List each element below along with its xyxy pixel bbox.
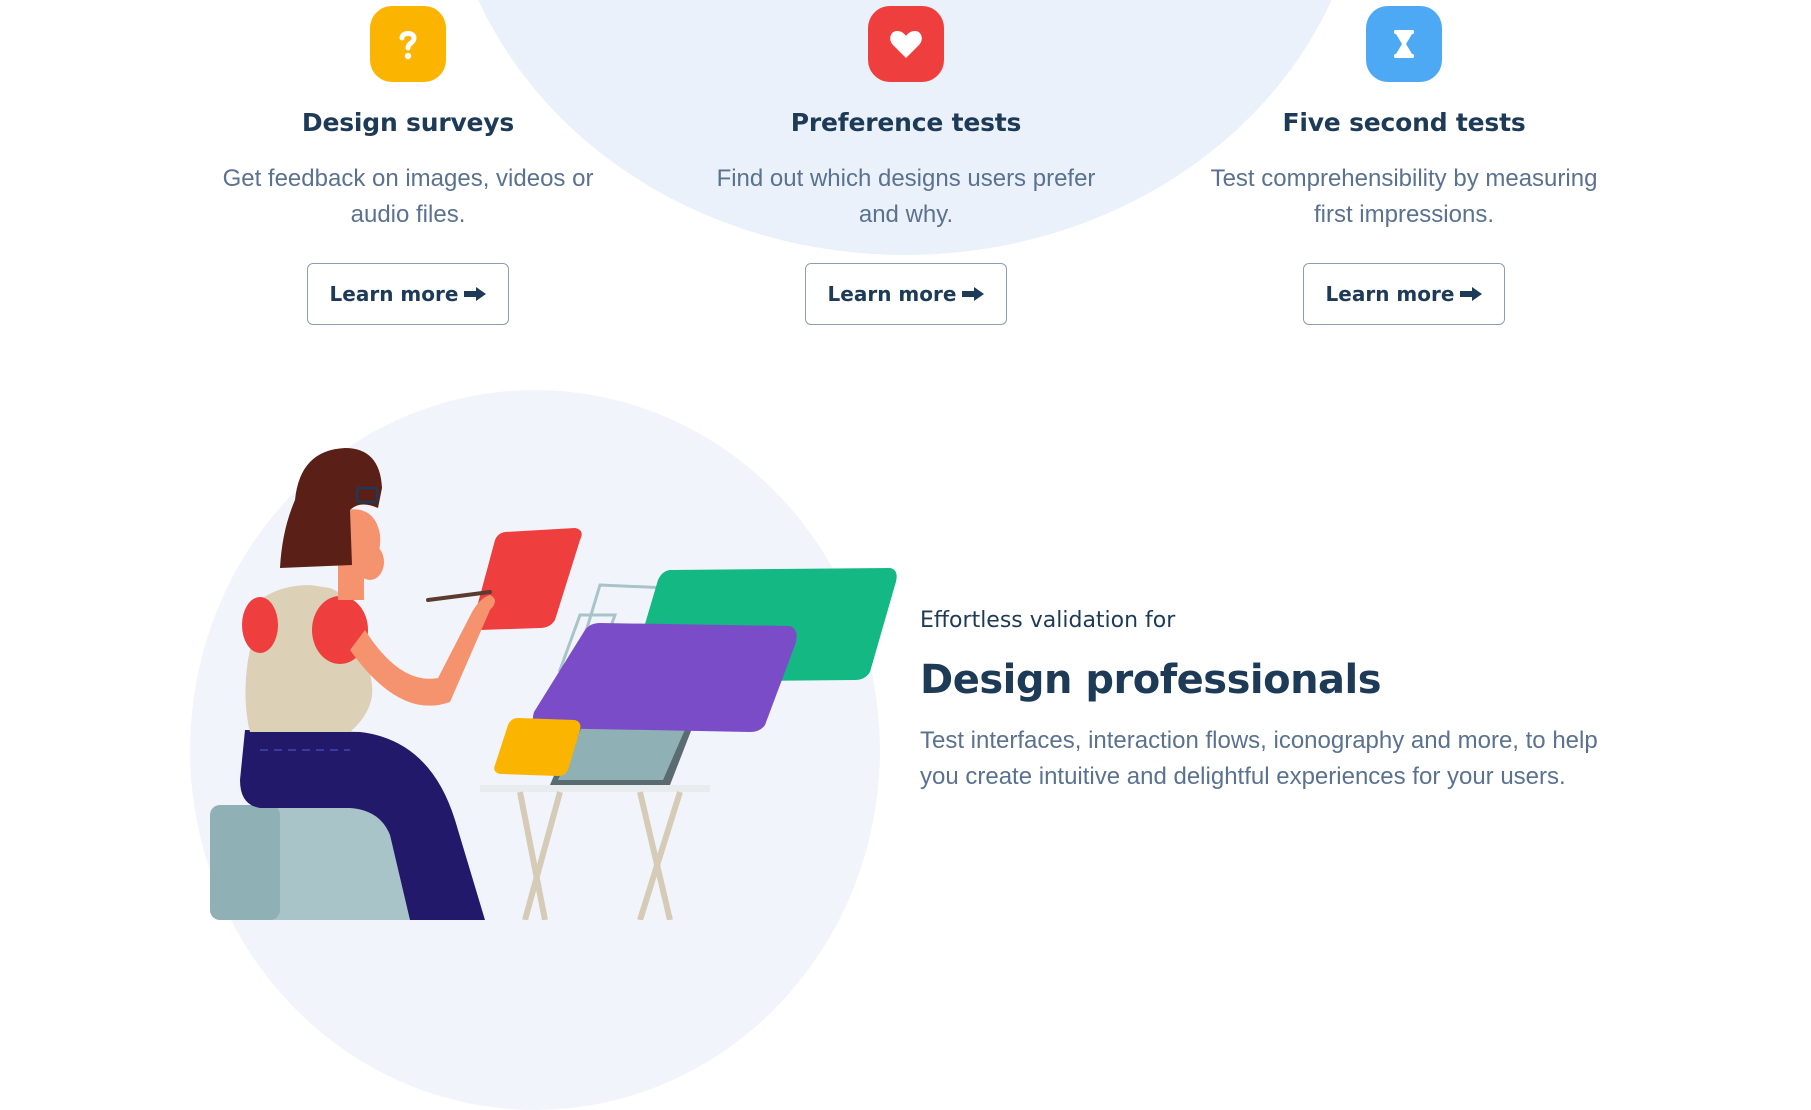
- arrow-right-icon: [1460, 287, 1483, 301]
- feature-title: Preference tests: [790, 108, 1022, 137]
- red-tablet: [472, 528, 582, 630]
- arrow-right-icon: [464, 287, 487, 301]
- section-body: Test interfaces, interaction flows, icon…: [920, 727, 1598, 790]
- feature-preference-tests: Preference tests Find out which designs …: [696, 6, 1116, 325]
- feature-cards: Design surveys Get feedback on images, v…: [0, 0, 1811, 340]
- section-eyebrow: Effortless validation for: [920, 608, 1176, 633]
- learn-more-label: Learn more: [329, 282, 459, 306]
- feature-title: Design surveys: [301, 108, 515, 137]
- feature-five-second-tests: Five second tests Test comprehensibility…: [1194, 6, 1614, 325]
- feature-title: Five second tests: [1282, 108, 1526, 137]
- design-professionals-section: Effortless validation for Design profess…: [920, 608, 1620, 795]
- learn-more-button[interactable]: Learn more: [805, 263, 1007, 325]
- designer-illustration: [210, 448, 897, 920]
- feature-description: Get feedback on images, videos or audio …: [222, 165, 594, 228]
- feature-description: Find out which designs users prefer and …: [716, 165, 1096, 228]
- learn-more-button[interactable]: Learn more: [307, 263, 509, 325]
- feature-description: Test comprehensibility by measuring firs…: [1210, 165, 1598, 228]
- arrow-right-icon: [962, 287, 985, 301]
- hourglass-icon: [1366, 6, 1442, 82]
- learn-more-label: Learn more: [1325, 282, 1455, 306]
- heart-icon: [868, 6, 944, 82]
- learn-more-button[interactable]: Learn more: [1303, 263, 1505, 325]
- desk: [480, 785, 710, 792]
- section-headline: Design professionals: [920, 657, 1382, 703]
- learn-more-label: Learn more: [827, 282, 957, 306]
- feature-design-surveys: Design surveys Get feedback on images, v…: [198, 6, 618, 325]
- yellow-design-card: [494, 718, 581, 776]
- question-mark-icon: [370, 6, 446, 82]
